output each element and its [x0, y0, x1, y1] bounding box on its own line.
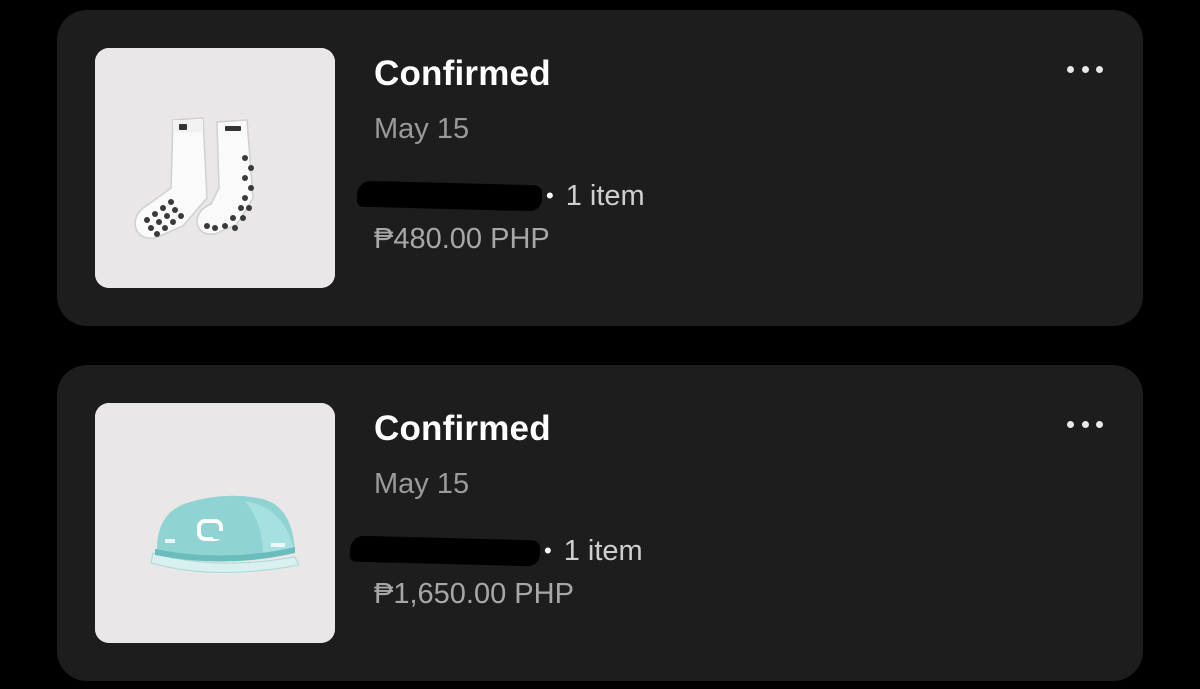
more-options-button[interactable] — [1067, 417, 1103, 431]
separator-dot: • — [546, 183, 554, 208]
order-status: Confirmed — [374, 54, 551, 93]
order-meta: • 1 item — [356, 176, 645, 216]
more-options-button[interactable] — [1067, 62, 1103, 76]
product-thumbnail-socks[interactable] — [95, 48, 335, 288]
redacted-scribble — [349, 535, 541, 567]
cap-product-image — [95, 403, 335, 643]
more-horizontal-icon — [1067, 65, 1074, 73]
product-thumbnail-cap[interactable] — [95, 403, 335, 643]
more-horizontal-icon — [1067, 420, 1074, 428]
socks-product-image — [95, 48, 335, 288]
redacted-scribble — [356, 180, 543, 212]
more-horizontal-icon — [1081, 65, 1089, 73]
orders-list: Confirmed May 15 • 1 item ₱480.00 PHP Co… — [0, 0, 1200, 689]
more-horizontal-icon — [1096, 420, 1103, 428]
order-card[interactable]: Confirmed May 15 • 1 item ₱480.00 PHP — [57, 10, 1143, 326]
order-date: May 15 — [374, 468, 470, 500]
order-price: ₱480.00 PHP — [374, 223, 550, 255]
order-price: ₱1,650.00 PHP — [374, 578, 574, 610]
item-count: 1 item — [565, 179, 645, 212]
more-horizontal-icon — [1081, 420, 1089, 428]
item-count: 1 item — [563, 534, 643, 567]
order-meta: • 1 item — [349, 531, 643, 571]
order-card[interactable]: Confirmed May 15 • 1 item ₱1,650.00 PHP — [57, 365, 1143, 681]
order-status: Confirmed — [374, 409, 551, 448]
separator-dot: • — [544, 538, 552, 563]
more-horizontal-icon — [1096, 65, 1103, 73]
order-date: May 15 — [374, 113, 470, 145]
